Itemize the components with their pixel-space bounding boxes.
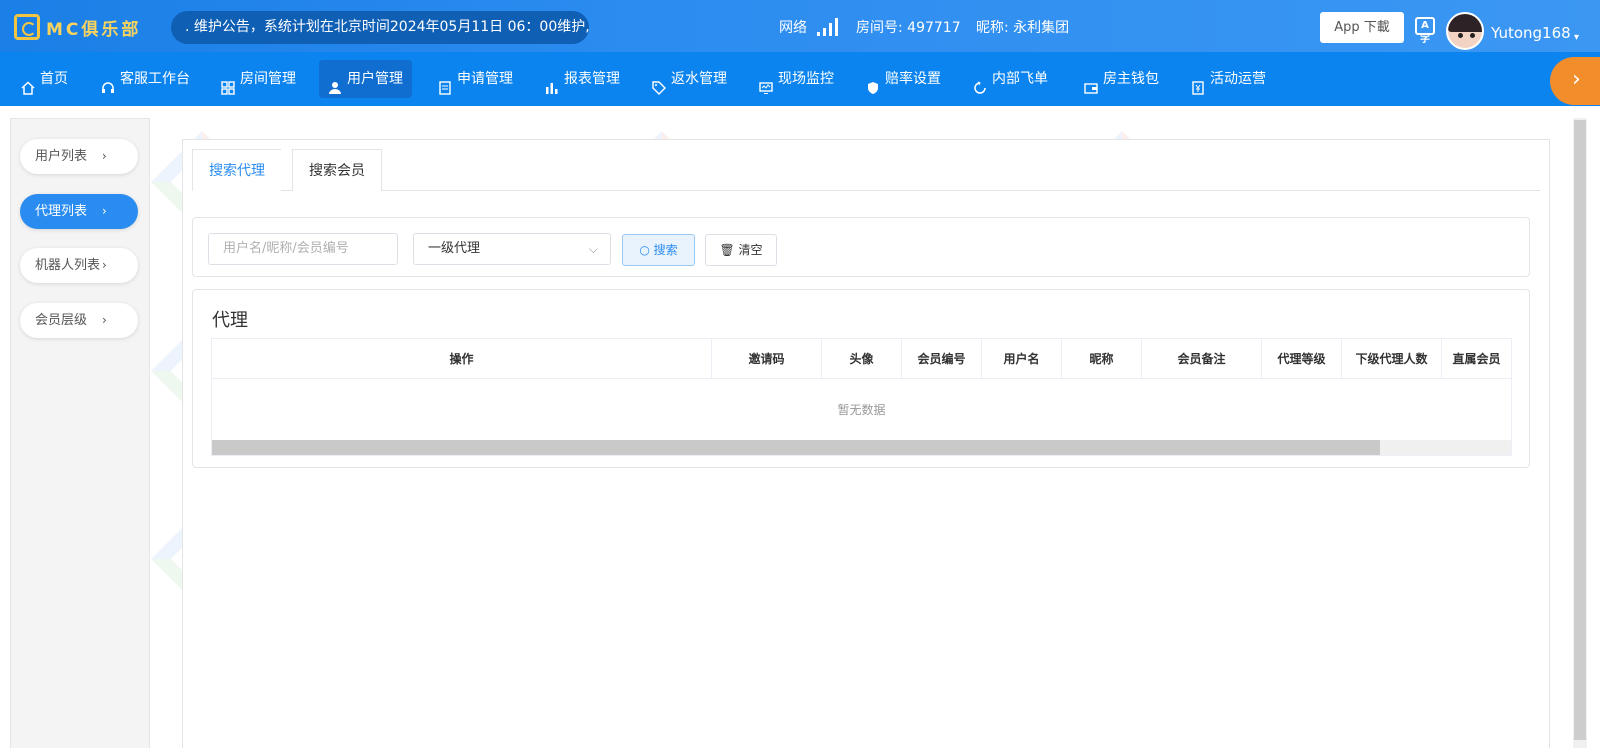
sidebar-item-label: 会员层级 <box>35 313 88 328</box>
nav-item-report-management[interactable]: 报表管理 <box>536 60 629 98</box>
scrollbar-thumb[interactable] <box>212 440 1380 455</box>
nav-item-user-management[interactable]: 用户管理 <box>319 60 412 98</box>
chevron-right-icon: › <box>102 313 107 327</box>
sidebar-item-agent-list[interactable]: 代理列表 › <box>20 194 138 229</box>
username[interactable]: Yutong168 <box>1491 24 1571 42</box>
headset-icon <box>101 72 115 93</box>
logo-icon <box>14 14 40 40</box>
column-header: 邀请码 <box>712 339 822 379</box>
refresh-icon <box>973 72 987 94</box>
network-status: 网络 <box>779 17 838 37</box>
nav-label: 首页 <box>40 71 68 87</box>
column-header: 昵称 <box>1062 339 1142 379</box>
scrollbar-thumb[interactable] <box>1574 120 1586 740</box>
nav-item-rebate-management[interactable]: 返水管理 <box>643 60 736 98</box>
table-header: 操作 邀请码 头像 会员编号 用户名 昵称 会员备注 代理等级 下级代理人数 直… <box>212 339 1511 379</box>
tab-search-agent[interactable]: 搜索代理 <box>192 149 281 191</box>
bar-chart-icon <box>545 72 559 94</box>
nav-label: 房主钱包 <box>1103 71 1159 87</box>
agent-level-select[interactable]: 一级代理 ⌵ <box>413 233 611 265</box>
chevron-right-icon: › <box>102 149 107 163</box>
nav-item-room-management[interactable]: 房间管理 <box>212 60 305 98</box>
chevron-down-icon: ⌵ <box>588 242 598 256</box>
signal-icon <box>817 18 838 36</box>
app-download-button[interactable]: App 下載 <box>1320 12 1404 43</box>
chevron-down-icon[interactable]: ▾ <box>1574 32 1579 43</box>
yen-doc-icon <box>1191 72 1205 95</box>
tab-search-member[interactable]: 搜索会员 <box>292 149 382 191</box>
search-button-label: 搜索 <box>653 243 678 257</box>
column-header: 直属会员 <box>1452 352 1501 366</box>
column-header: 头像 <box>822 339 902 379</box>
monitor-icon <box>759 72 773 94</box>
sidebar-item-member-level[interactable]: 会员层级 › <box>20 303 138 338</box>
wallet-icon <box>1084 72 1098 94</box>
nav-label: 房间管理 <box>240 71 296 87</box>
home-icon <box>21 72 35 95</box>
sidebar-item-robot-list[interactable]: 机器人列表 › <box>20 248 138 283</box>
nav-label: 客服工作台 <box>120 71 190 87</box>
nav-item-service-desk[interactable]: 客服工作台 <box>92 60 199 98</box>
search-input[interactable]: 用户名/昵称/会员编号 <box>208 233 398 265</box>
column-header: 代理等级 <box>1262 339 1342 379</box>
vertical-scrollbar[interactable] <box>1573 118 1587 748</box>
nav-item-internal-order[interactable]: 内部飞单 <box>964 60 1057 98</box>
nav-label: 申请管理 <box>457 71 513 87</box>
nav-item-odds-settings[interactable]: 赔率设置 <box>857 60 950 98</box>
chevron-right-icon: › <box>102 258 107 272</box>
brand-name: MC俱乐部 <box>46 19 142 40</box>
sidebar-item-label: 用户列表 <box>35 149 88 164</box>
nav-label: 赔率设置 <box>885 71 941 87</box>
nav-label: 用户管理 <box>347 71 403 87</box>
section-title: 代理 <box>212 310 248 331</box>
grid-icon <box>221 72 235 95</box>
room-number: 房间号: 497717 <box>856 20 961 36</box>
tag-icon <box>652 72 666 95</box>
column-header: 会员编号 <box>902 339 982 379</box>
nav-item-application-management[interactable]: 申请管理 <box>429 60 522 98</box>
agent-table: 操作 邀请码 头像 会员编号 用户名 昵称 会员备注 代理等级 下级代理人数 直… <box>211 338 1512 456</box>
horizontal-scrollbar[interactable] <box>212 440 1511 455</box>
nav-label: 活动运营 <box>1210 71 1266 87</box>
translate-icon[interactable]: A字 <box>1415 17 1435 45</box>
nav-label: 返水管理 <box>671 71 727 87</box>
column-header: 会员备注 <box>1142 339 1262 379</box>
empty-state: 暂无数据 <box>837 403 886 417</box>
document-icon <box>438 72 452 95</box>
nav-label: 报表管理 <box>564 71 620 87</box>
nav-label: 内部飞单 <box>992 71 1048 87</box>
trash-icon: 🗑 <box>719 243 735 257</box>
sidebar-item-user-list[interactable]: 用户列表 › <box>20 139 138 174</box>
chevron-right-icon: › <box>102 204 107 218</box>
maintenance-notice: . 维护公告，系统计划在北京时间2024年05月11日 06：00维护, <box>171 11 589 44</box>
shield-yen-icon <box>866 72 880 94</box>
nav-item-live-monitor[interactable]: 现场监控 <box>750 60 843 98</box>
clear-button[interactable]: 🗑 清空 <box>705 234 777 266</box>
main-nav: 首页 客服工作台 房间管理 用户管理 申请管理 报表管理 返水管理 现场监控 赔… <box>0 52 1600 106</box>
top-bar: MC俱乐部 . 维护公告，系统计划在北京时间2024年05月11日 06：00维… <box>0 0 1600 52</box>
column-header: 用户名 <box>982 339 1062 379</box>
select-value: 一级代理 <box>428 241 481 256</box>
brand-logo[interactable]: MC俱乐部 <box>14 14 141 40</box>
user-icon <box>328 72 342 94</box>
nav-item-activity-operations[interactable]: 活动运营 <box>1182 60 1275 98</box>
sidebar-item-label: 机器人列表 <box>35 258 101 273</box>
nav-item-owner-wallet[interactable]: 房主钱包 <box>1075 60 1168 98</box>
network-label: 网络 <box>779 20 807 36</box>
nav-item-home[interactable]: 首页 <box>12 60 77 98</box>
clear-button-label: 清空 <box>738 243 763 257</box>
column-header: 操作 <box>212 339 712 379</box>
nav-more-button[interactable]: › <box>1550 57 1600 105</box>
search-button[interactable]: ○ 搜索 <box>622 234 695 266</box>
column-header: 下级代理人数 <box>1342 339 1442 379</box>
search-icon: ○ <box>639 243 650 257</box>
nickname: 昵称: 永利集团 <box>976 20 1070 36</box>
avatar[interactable] <box>1446 12 1484 50</box>
nav-label: 现场监控 <box>778 71 834 87</box>
chevron-right-icon: › <box>1572 67 1581 92</box>
sidebar-item-label: 代理列表 <box>35 204 88 219</box>
tab-divider <box>192 190 1540 191</box>
